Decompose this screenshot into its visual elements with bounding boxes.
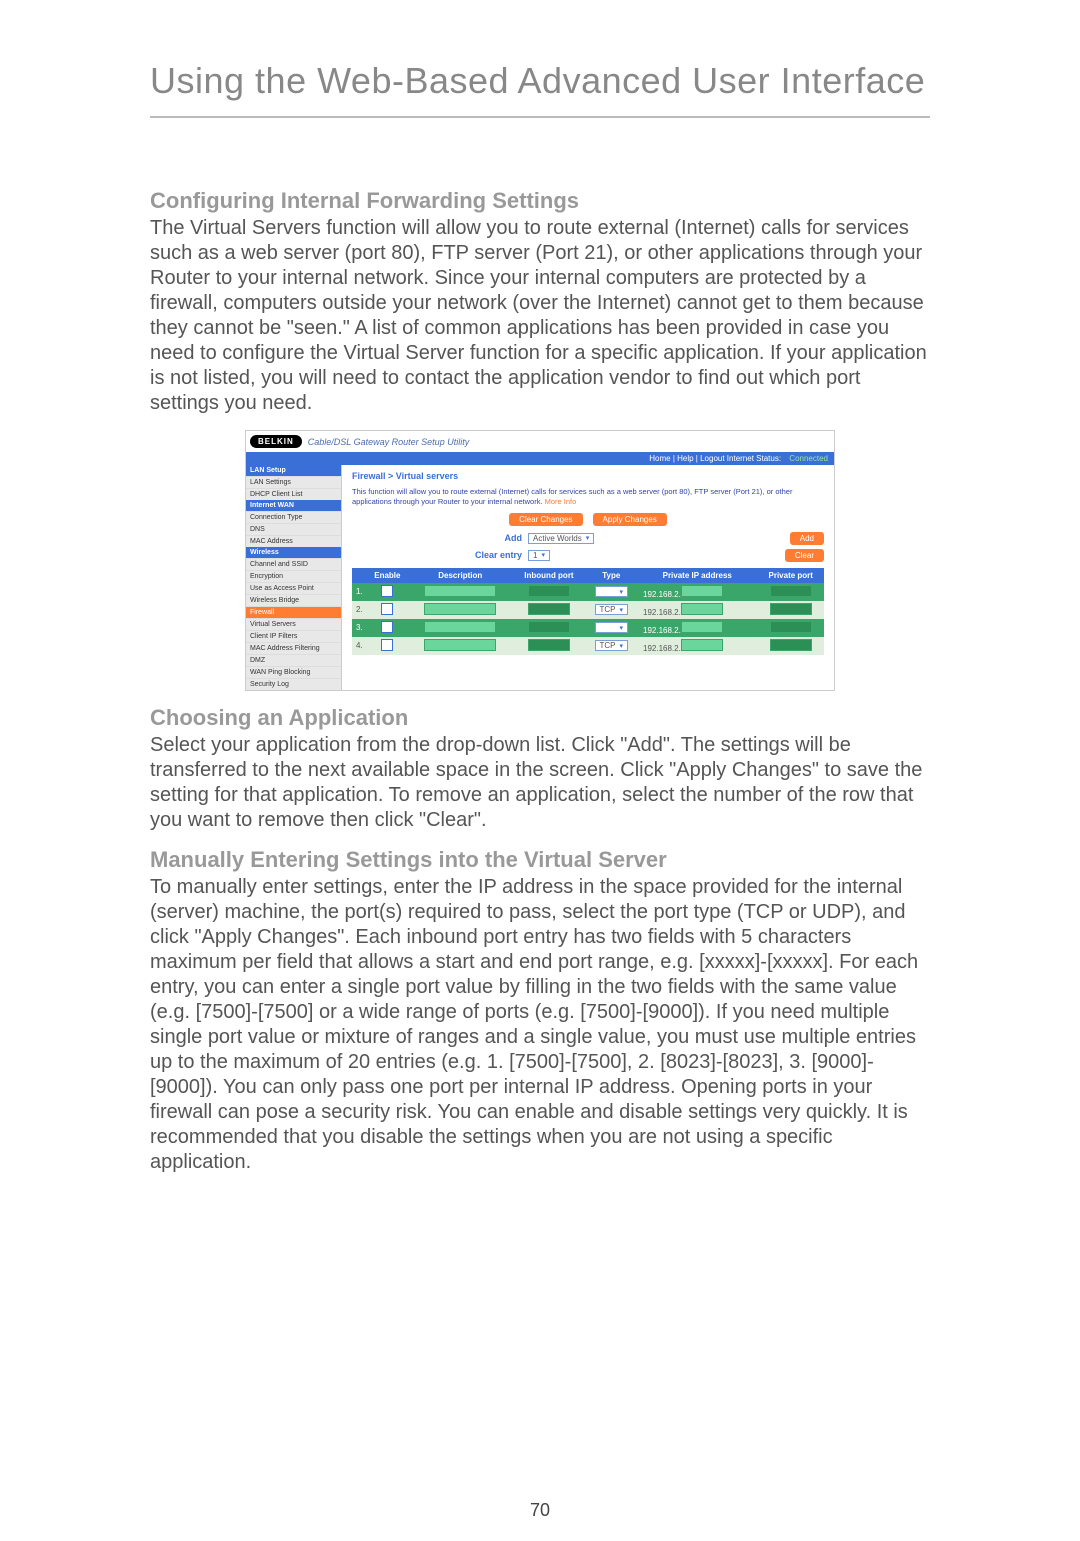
sidebar-item[interactable]: LAN Settings <box>246 476 341 488</box>
sidebar-item: Wireless <box>246 547 341 558</box>
sidebar-item[interactable]: Security Log <box>246 678 341 690</box>
section-body-3: To manually enter settings, enter the IP… <box>150 875 930 1175</box>
status-bar: Home | Help | Logout Internet Status: Co… <box>246 452 834 465</box>
table-header <box>352 568 367 583</box>
virtual-servers-table: EnableDescriptionInbound portTypePrivate… <box>352 568 824 655</box>
table-header: Private IP address <box>637 568 757 583</box>
sidebar-item[interactable]: Encryption <box>246 570 341 582</box>
table-row: 2.TCP ▾192.168.2. <box>352 601 824 619</box>
table-header: Enable <box>367 568 408 583</box>
ip-input[interactable] <box>681 639 723 651</box>
section-heading-1: Configuring Internal Forwarding Settings <box>150 188 930 214</box>
enable-checkbox[interactable] <box>381 639 393 651</box>
private-port-input[interactable] <box>770 585 812 597</box>
table-header: Inbound port <box>512 568 585 583</box>
table-row: 4.TCP ▾192.168.2. <box>352 637 824 655</box>
sidebar-item: LAN Setup <box>246 465 341 476</box>
sidebar-item[interactable]: DNS <box>246 523 341 535</box>
sidebar-item[interactable]: MAC Address <box>246 535 341 547</box>
more-info-link[interactable]: More Info <box>545 497 577 506</box>
ip-input[interactable] <box>681 603 723 615</box>
description-input[interactable] <box>424 639 496 651</box>
status-links[interactable]: Home | Help | Logout Internet Status: <box>649 454 781 463</box>
sidebar-item[interactable]: Client IP Filters <box>246 630 341 642</box>
utility-title: Cable/DSL Gateway Router Setup Utility <box>308 437 469 447</box>
table-header: Type <box>586 568 637 583</box>
clear-entry-select[interactable]: 1▾ <box>528 550 550 561</box>
type-select[interactable]: TCP ▾ <box>595 640 629 651</box>
description-input[interactable] <box>424 585 496 597</box>
clear-entry-label: Clear entry <box>352 550 522 560</box>
private-port-input[interactable] <box>770 621 812 633</box>
clear-button[interactable]: Clear <box>785 549 824 562</box>
inbound-port-input[interactable] <box>528 585 570 597</box>
table-row: 1.TCP ▾192.168.2. <box>352 583 824 601</box>
private-port-input[interactable] <box>770 603 812 615</box>
section-body-1: The Virtual Servers function will allow … <box>150 216 930 416</box>
router-screenshot: BELKIN Cable/DSL Gateway Router Setup Ut… <box>245 430 835 691</box>
section-heading-3: Manually Entering Settings into the Virt… <box>150 847 930 873</box>
sidebar-item[interactable]: Firewall <box>246 606 341 618</box>
sidebar-nav: LAN SetupLAN SettingsDHCP Client ListInt… <box>246 465 342 690</box>
table-header: Description <box>408 568 512 583</box>
enable-checkbox[interactable] <box>381 603 393 615</box>
page-number: 70 <box>0 1500 1080 1521</box>
inbound-port-input[interactable] <box>528 639 570 651</box>
private-port-input[interactable] <box>770 639 812 651</box>
sidebar-item: Internet WAN <box>246 500 341 511</box>
ip-input[interactable] <box>681 621 723 633</box>
belkin-logo: BELKIN <box>250 435 302 448</box>
sidebar-item[interactable]: Wireless Bridge <box>246 594 341 606</box>
inbound-port-input[interactable] <box>528 621 570 633</box>
description-input[interactable] <box>424 603 496 615</box>
sidebar-item[interactable]: MAC Address Filtering <box>246 642 341 654</box>
breadcrumb: Firewall > Virtual servers <box>352 471 824 481</box>
sidebar-item[interactable]: DMZ <box>246 654 341 666</box>
internet-status: Connected <box>789 454 828 463</box>
add-label: Add <box>352 533 522 543</box>
sidebar-item[interactable]: Channel and SSID <box>246 558 341 570</box>
clear-changes-button[interactable]: Clear Changes <box>509 513 582 526</box>
chevron-down-icon: ▾ <box>586 534 590 542</box>
ip-input[interactable] <box>681 585 723 597</box>
sidebar-item[interactable]: Use as Access Point <box>246 582 341 594</box>
chevron-down-icon: ▾ <box>541 551 545 559</box>
table-header: Private port <box>757 568 824 583</box>
title-rule <box>150 116 930 118</box>
inbound-port-input[interactable] <box>528 603 570 615</box>
enable-checkbox[interactable] <box>381 621 393 633</box>
type-select[interactable]: TCP ▾ <box>595 622 629 633</box>
sidebar-item[interactable]: Virtual Servers <box>246 618 341 630</box>
section-body-2: Select your application from the drop-do… <box>150 733 930 833</box>
table-row: 3.TCP ▾192.168.2. <box>352 619 824 637</box>
apply-changes-button[interactable]: Apply Changes <box>593 513 667 526</box>
add-button[interactable]: Add <box>790 532 824 545</box>
sidebar-item[interactable]: WAN Ping Blocking <box>246 666 341 678</box>
sidebar-item[interactable]: Connection Type <box>246 511 341 523</box>
page-title: Using the Web-Based Advanced User Interf… <box>150 60 930 102</box>
enable-checkbox[interactable] <box>381 585 393 597</box>
type-select[interactable]: TCP ▾ <box>595 586 629 597</box>
info-text: This function will allow you to route ex… <box>352 487 824 507</box>
description-input[interactable] <box>424 621 496 633</box>
add-select[interactable]: Active Worlds▾ <box>528 533 594 544</box>
sidebar-item[interactable]: DHCP Client List <box>246 488 341 500</box>
section-heading-2: Choosing an Application <box>150 705 930 731</box>
type-select[interactable]: TCP ▾ <box>595 604 629 615</box>
